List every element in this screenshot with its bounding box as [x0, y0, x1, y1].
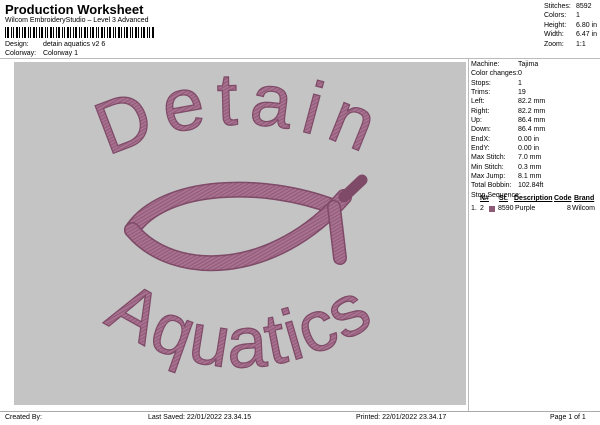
header-code: Code: [554, 195, 572, 202]
table-header: N# St. Description Code Brand: [471, 195, 599, 205]
stat-row: Zoom: 1:1: [544, 40, 597, 49]
colorway-value: Colorway 1: [42, 50, 78, 57]
stat-row: Width: 6.47 in: [544, 30, 597, 39]
info-row: Right: 82.2 mm: [471, 107, 545, 116]
info-label: Trims:: [471, 89, 491, 97]
info-label: Left:: [471, 98, 485, 106]
info-value: 0: [518, 70, 522, 78]
info-row: Left: 82.2 mm: [471, 97, 545, 106]
stat-value: 1:1: [576, 40, 586, 48]
software-subtitle: Wilcom EmbroideryStudio – Level 3 Advanc…: [5, 17, 149, 24]
row-index: 1.: [471, 205, 477, 212]
info-value: 8.1 mm: [518, 173, 542, 181]
stat-label: Width:: [544, 31, 564, 39]
info-value: 7.0 mm: [518, 154, 542, 162]
machine-info: Machine: Tajima Color changes:0 Stops: 1 T…: [471, 60, 545, 200]
stat-label: Stitches:: [544, 3, 571, 10]
info-label: Min Stitch:: [471, 163, 504, 171]
info-value: 0.00 in: [518, 145, 540, 153]
thread-swatch: [489, 206, 495, 212]
stat-row: Colors: 1: [544, 11, 597, 20]
info-value: 82.2 mm: [518, 107, 546, 115]
stat-value: 1: [576, 12, 580, 20]
page-title: Production Worksheet: [5, 2, 144, 17]
header-st: St.: [499, 195, 508, 202]
header-description: Description: [514, 195, 553, 202]
info-value: 86.4 mm: [518, 126, 546, 134]
info-row: EndX: 0.00 in: [471, 135, 545, 144]
stop-sequence-table: N# St. Description Code Brand 1. 2 8590 …: [471, 195, 599, 215]
info-label: Right:: [471, 107, 490, 115]
info-label: Max Stitch:: [471, 154, 506, 162]
fish-icon: [124, 174, 368, 272]
info-label: Up:: [471, 117, 482, 125]
row-n: 2: [480, 205, 484, 212]
stats-panel: Stitches: 8592 Colors: 1 Height: 6.80 in Wi…: [544, 2, 597, 49]
info-label: Down:: [471, 126, 491, 134]
info-row: Trims: 19: [471, 88, 545, 97]
info-row: Machine: Tajima: [471, 60, 545, 69]
header-divider: [0, 58, 600, 59]
footer: Created By: Last Saved: 22/01/2022 23.34…: [0, 411, 600, 425]
header-brand: Brand: [574, 195, 595, 202]
design-value: detain aquatics v2 6: [42, 41, 106, 48]
printed-date: Printed: 22/01/2022 23.34.17: [356, 414, 447, 421]
info-value: 0.3 mm: [518, 163, 542, 171]
page-number: Page 1 of 1: [550, 414, 586, 421]
barcode: [5, 27, 154, 38]
info-row: Max Jump: 8.1 mm: [471, 172, 545, 181]
info-label: Machine:: [471, 61, 500, 68]
info-label: Stops:: [471, 79, 491, 87]
header-n: N#: [480, 195, 489, 202]
created-by: Created By:: [5, 414, 42, 421]
colorway-label: Colorway:: [5, 50, 37, 57]
design-preview: Detain Aquatics: [14, 62, 466, 405]
embroidery-design: Detain Aquatics: [83, 62, 398, 384]
info-label: Max Jump:: [471, 173, 506, 181]
info-row: Stops: 1: [471, 79, 545, 88]
stat-label: Colors:: [544, 12, 567, 20]
design-row: Design: detain aquatics v2 6: [5, 41, 105, 48]
info-row: Total Bobbin: 102.84ft: [471, 181, 545, 190]
info-row: Color changes:0: [471, 69, 545, 78]
table-row: 1. 2 8590 Purple 8 Wilcom: [471, 205, 599, 215]
info-label: EndX:: [471, 135, 491, 143]
info-row: Down: 86.4 mm: [471, 125, 545, 134]
design-text-bottom: Aquatics: [95, 267, 385, 384]
stat-row: Height: 6.80 in: [544, 21, 597, 30]
info-label: Color changes:: [471, 70, 519, 78]
info-value: 19: [518, 89, 526, 97]
info-value: Tajima: [518, 61, 539, 68]
row-description: Purple: [515, 205, 536, 212]
last-saved: Last Saved: 22/01/2022 23.34.15: [148, 414, 252, 421]
row-st: 8590: [498, 205, 514, 212]
stat-label: Height:: [544, 21, 567, 29]
stat-value: 8592: [576, 3, 592, 10]
info-value: 0.00 in: [518, 135, 540, 143]
info-row: Up: 86.4 mm: [471, 116, 545, 125]
info-row: Max Stitch: 7.0 mm: [471, 153, 545, 162]
info-label: Total Bobbin:: [471, 182, 512, 190]
panel-divider: [468, 58, 469, 411]
row-brand: Wilcom: [572, 205, 595, 212]
info-value: 1: [518, 79, 522, 87]
info-value: 86.4 mm: [518, 117, 546, 125]
colorway-row: Colorway: Colorway 1: [5, 50, 78, 57]
info-row: EndY: 0.00 in: [471, 144, 545, 153]
stat-row: Stitches: 8592: [544, 2, 597, 11]
info-row: Min Stitch: 0.3 mm: [471, 163, 545, 172]
stat-label: Zoom:: [544, 40, 564, 48]
design-text-top: Detain: [84, 62, 398, 171]
info-label: EndY:: [471, 145, 490, 153]
info-value: 82.2 mm: [518, 98, 546, 106]
design-label: Design:: [5, 41, 29, 48]
stat-value: 6.47 in: [576, 31, 598, 39]
row-code: 8: [567, 205, 571, 212]
info-value: 102.84ft: [518, 182, 544, 190]
stat-value: 6.80 in: [576, 21, 598, 29]
